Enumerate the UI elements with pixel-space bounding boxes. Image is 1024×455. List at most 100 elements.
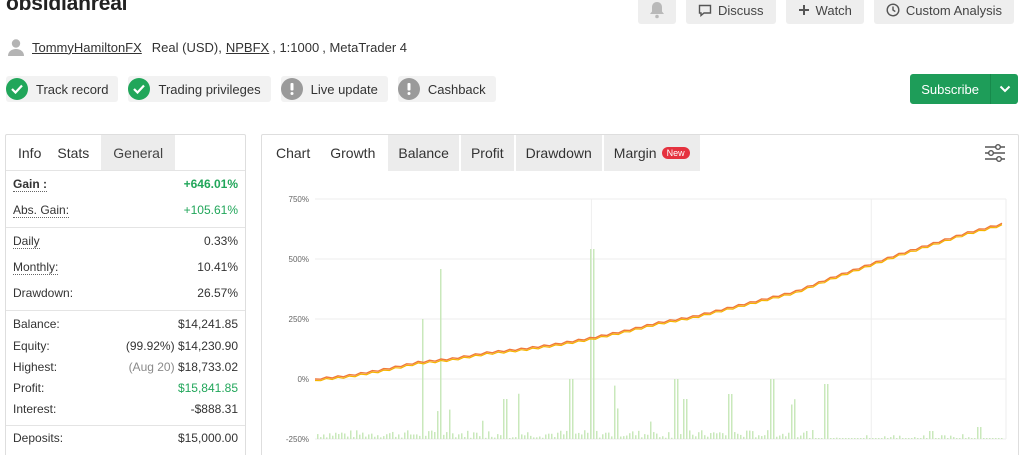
plus-icon: [798, 5, 809, 15]
notify-button[interactable]: [638, 0, 677, 24]
tab-balance[interactable]: Balance: [388, 135, 459, 171]
volume-bar: [650, 421, 652, 439]
stat-value: $18,733.02: [177, 359, 238, 374]
volume-bar: [797, 437, 799, 439]
badge-label: Cashback: [427, 81, 486, 97]
tab-general[interactable]: General: [101, 135, 176, 170]
stat-label: Deposits:: [13, 431, 64, 445]
volume-bar: [884, 436, 886, 439]
volume-bar: [845, 438, 847, 439]
volume-bar: [611, 436, 613, 439]
volume-bar: [842, 438, 844, 439]
volume-bar: [617, 408, 619, 439]
volume-bar: [719, 432, 721, 439]
volume-bar: [347, 436, 349, 439]
tab-stats[interactable]: Stats: [53, 135, 101, 170]
volume-bar: [458, 434, 460, 439]
divider: [6, 310, 245, 311]
volume-bar: [653, 432, 655, 439]
volume-bar: [581, 434, 583, 439]
stat-value: $15,000.00: [177, 431, 238, 445]
account-type: Real (USD),: [151, 39, 222, 55]
volume-bar: [431, 430, 433, 439]
volume-bar: [566, 430, 568, 439]
volume-bar: [848, 438, 850, 439]
volume-bar: [401, 437, 403, 439]
volume-bar: [644, 434, 646, 439]
badge-cashback[interactable]: Cashback: [397, 76, 496, 102]
stats-tabs: Info Stats General: [6, 135, 245, 171]
volume-bar: [593, 249, 595, 439]
volume-bar: [800, 435, 802, 439]
volume-bar: [779, 435, 781, 439]
stat-label: Highest:: [13, 359, 58, 374]
volume-bar: [572, 379, 574, 439]
badge-label: Live update: [310, 81, 378, 97]
subscribe-button[interactable]: Subscribe: [910, 74, 990, 104]
broker-link[interactable]: NPBFX: [226, 40, 269, 55]
volume-bar: [398, 434, 400, 439]
tab-growth[interactable]: Growth: [320, 135, 388, 171]
badge-live-update[interactable]: Live update: [280, 76, 388, 102]
volume-bar: [872, 438, 874, 439]
volume-bar: [332, 435, 334, 439]
volume-bar: [725, 435, 727, 439]
volume-bar: [758, 435, 760, 439]
y-tick-label: -250%: [286, 435, 309, 444]
subscribe-dropdown-button[interactable]: [990, 74, 1018, 104]
volume-bar: [743, 436, 745, 439]
volume-bar: [491, 436, 493, 439]
tab-margin[interactable]: Margin New: [603, 135, 700, 171]
volume-bar: [857, 438, 859, 439]
stat-label: Interest:: [13, 401, 57, 416]
volume-bar: [587, 432, 589, 439]
volume-bar: [389, 433, 391, 439]
user-link[interactable]: TommyHamiltonFX: [32, 40, 142, 55]
volume-bar: [485, 437, 487, 439]
volume-bar: [548, 433, 550, 439]
volume-bar: [371, 433, 373, 439]
volume-bar: [563, 434, 565, 439]
volume-bar: [782, 433, 784, 439]
tab-chart[interactable]: Chart: [262, 135, 320, 171]
volume-bar: [791, 404, 793, 439]
volume-bar: [329, 433, 331, 439]
volume-bar: [908, 438, 910, 439]
chart-panel: Chart Growth Balance Profit Drawdown Mar…: [261, 134, 1019, 455]
volume-bar: [578, 432, 580, 439]
discuss-button[interactable]: Discuss: [686, 0, 776, 24]
volume-bar: [662, 436, 664, 439]
badge-trading-privileges[interactable]: Trading privileges: [128, 76, 271, 102]
volume-bar: [545, 434, 547, 439]
volume-bar: [503, 399, 505, 439]
volume-bar: [680, 434, 682, 439]
tab-drawdown[interactable]: Drawdown: [515, 135, 602, 171]
volume-bar: [488, 431, 490, 439]
volume-bar: [929, 431, 931, 439]
volume-bar: [368, 434, 370, 439]
volume-bar: [344, 433, 346, 439]
watch-label: Watch: [815, 2, 852, 18]
volume-bar: [524, 435, 526, 439]
volume-bar: [671, 437, 673, 439]
volume-bar: [995, 438, 997, 439]
equity-line: [314, 224, 1003, 382]
sliders-icon[interactable]: [984, 143, 1006, 163]
stat-label: Abs. Gain:: [13, 202, 70, 218]
custom-analysis-button[interactable]: Custom Analysis: [873, 0, 1014, 24]
volume-bar: [773, 379, 775, 439]
volume-bar: [569, 379, 571, 439]
stat-daily: Daily 0.33%: [13, 228, 238, 254]
volume-bar: [356, 430, 358, 439]
volume-bar: [890, 437, 892, 439]
tab-info[interactable]: Info: [6, 135, 53, 170]
volume-bar: [734, 432, 736, 439]
watch-button[interactable]: Watch: [785, 0, 864, 24]
volume-bar: [902, 438, 904, 439]
badge-track-record[interactable]: Track record: [6, 76, 119, 102]
volume-bar: [947, 438, 949, 439]
tab-profit[interactable]: Profit: [460, 135, 514, 171]
volume-bar: [536, 437, 538, 439]
volume-bar: [728, 394, 730, 439]
volume-bar: [632, 431, 634, 439]
